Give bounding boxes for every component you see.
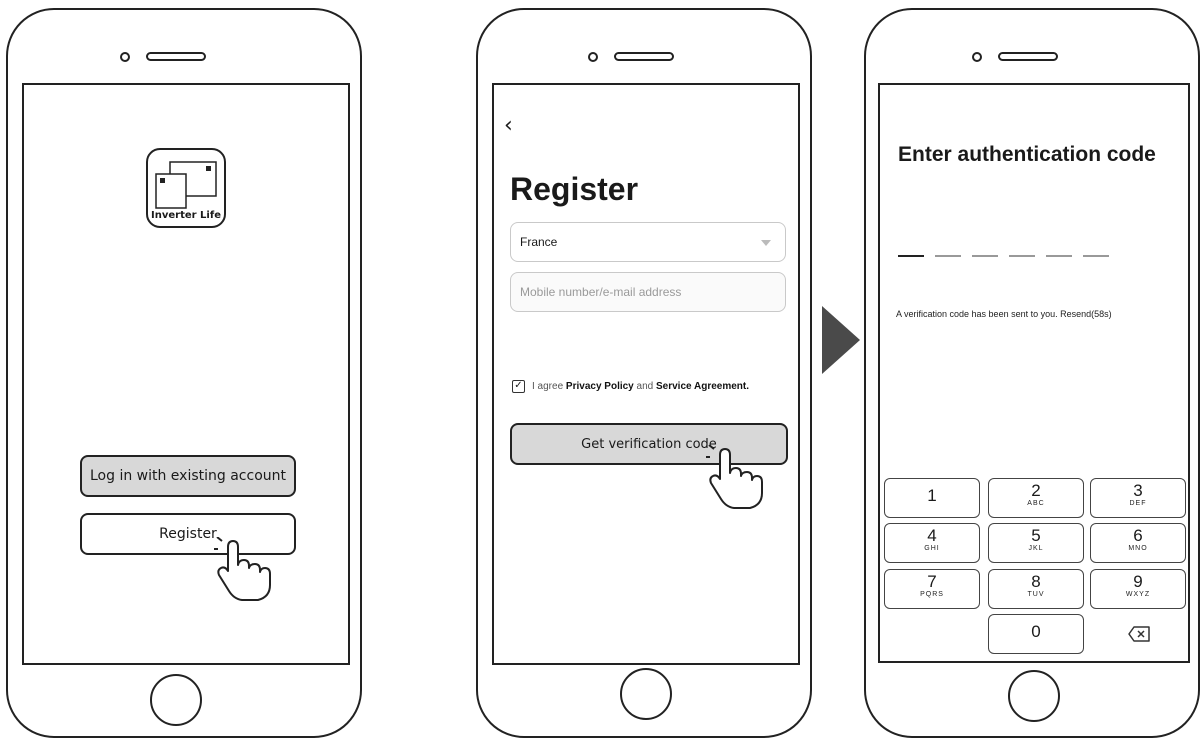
screen-2: ‹ Register France Mobile number/e-mail a… (492, 83, 800, 665)
key-letters: DEF (1129, 500, 1147, 507)
code-slot (972, 255, 998, 257)
dropdown-arrow-icon (761, 240, 771, 246)
code-input-slots[interactable] (898, 255, 1118, 261)
page-title: Register (510, 171, 639, 207)
key-letters: WXYZ (1125, 591, 1151, 598)
agree-and: and (636, 381, 654, 392)
verification-message: A verification code has been sent to you… (896, 309, 1112, 319)
keypad-key-3[interactable]: 3 DEF (1090, 478, 1186, 518)
key-digit: 5 (1031, 526, 1041, 545)
login-existing-button[interactable]: Log in with existing account (80, 455, 296, 497)
verification-button-label: Get verification code (581, 436, 717, 452)
contact-input[interactable]: Mobile number/e-mail address (510, 272, 786, 312)
keypad-key-6[interactable]: 6 MNO (1090, 523, 1186, 563)
camera-icon (972, 52, 982, 62)
login-button-label: Log in with existing account (89, 468, 287, 484)
code-slot (1083, 255, 1109, 257)
code-slot (898, 255, 924, 257)
privacy-policy-link[interactable]: Privacy Policy (566, 381, 634, 392)
page-title: Enter authentication code (898, 143, 1156, 166)
key-letters: ABC (1027, 500, 1045, 507)
key-digit: 8 (1031, 572, 1041, 591)
next-step-arrow-icon (822, 306, 860, 374)
agreement-text: I agree Privacy Policy and Service Agree… (532, 381, 749, 392)
register-button-label: Register (159, 526, 217, 542)
screen-1: Inverter Life Log in with existing accou… (22, 83, 350, 665)
key-digit: 9 (1133, 572, 1143, 591)
home-button[interactable] (1008, 670, 1060, 722)
phone-1: Inverter Life Log in with existing accou… (6, 8, 362, 738)
home-button[interactable] (620, 668, 672, 720)
key-digit: 2 (1031, 481, 1041, 500)
key-letters: JKL (1028, 545, 1044, 552)
home-button[interactable] (150, 674, 202, 726)
tap-hand-icon (706, 445, 763, 509)
country-value: France (520, 235, 558, 249)
keypad-key-5[interactable]: 5 JKL (988, 523, 1084, 563)
camera-icon (120, 52, 130, 62)
app-name: Inverter Life (151, 210, 221, 221)
numeric-keypad: 1 2 ABC 3 DEF 4 GHI 5 JKL 6 MNO 7 PQRS 8 TUV 9 WXYZ 0 (880, 478, 1188, 661)
key-digit: 1 (927, 486, 937, 505)
key-digit: 3 (1133, 481, 1143, 500)
phone-2: ‹ Register France Mobile number/e-mail a… (476, 8, 812, 738)
speaker-icon (998, 52, 1058, 61)
key-letters: PQRS (920, 591, 944, 598)
keypad-key-7[interactable]: 7 PQRS (884, 569, 980, 609)
key-digit: 6 (1133, 526, 1143, 545)
keypad-key-1[interactable]: 1 (884, 478, 980, 518)
screen-3: Enter authentication code A verification… (878, 83, 1190, 663)
phone-3: Enter authentication code A verification… (864, 8, 1200, 738)
speaker-icon (614, 52, 674, 61)
code-slot (935, 255, 961, 257)
keypad-key-4[interactable]: 4 GHI (884, 523, 980, 563)
service-agreement-link[interactable]: Service Agreement. (656, 381, 749, 392)
code-slot (1009, 255, 1035, 257)
key-letters: TUV (1027, 591, 1045, 598)
keypad-key-9[interactable]: 9 WXYZ (1090, 569, 1186, 609)
country-select[interactable]: France (510, 222, 786, 262)
code-slot (1046, 255, 1072, 257)
inverter-icon (155, 161, 217, 209)
agree-checkbox[interactable]: ✓ (512, 380, 525, 393)
camera-icon (588, 52, 598, 62)
keypad-key-2[interactable]: 2 ABC (988, 478, 1084, 518)
key-letters: MNO (1128, 545, 1148, 552)
agree-prefix: I agree (532, 381, 564, 392)
keypad-key-0[interactable]: 0 (988, 614, 1084, 654)
contact-placeholder: Mobile number/e-mail address (520, 285, 682, 299)
back-chevron-icon[interactable]: ‹ (504, 115, 513, 137)
key-digit: 7 (927, 572, 937, 591)
key-digit: 4 (927, 526, 937, 545)
keypad-key-8[interactable]: 8 TUV (988, 569, 1084, 609)
key-letters: GHI (924, 545, 940, 552)
speaker-icon (146, 52, 206, 61)
backspace-icon[interactable] (1128, 626, 1150, 642)
key-digit: 0 (1031, 622, 1041, 641)
app-logo: Inverter Life (146, 148, 226, 228)
tap-hand-icon (214, 537, 271, 601)
